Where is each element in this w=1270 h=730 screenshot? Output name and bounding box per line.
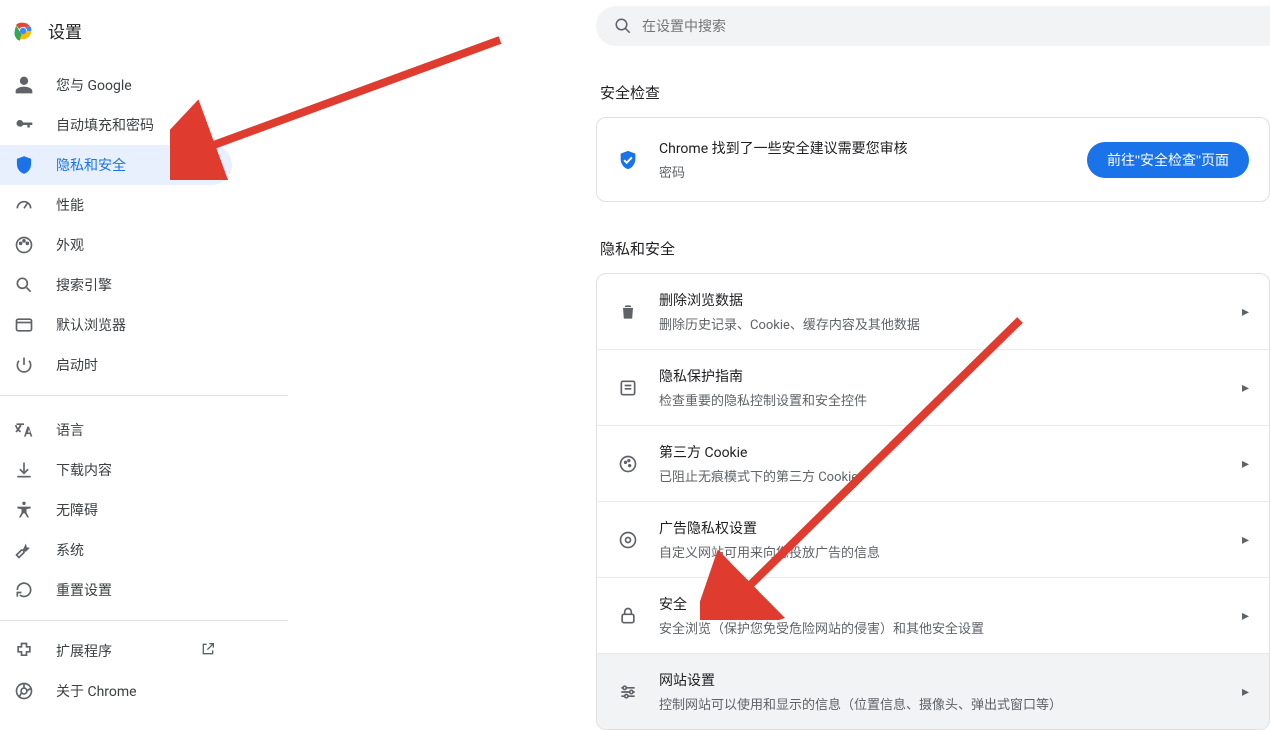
sidebar-item-about-chrome[interactable]: 关于 Chrome xyxy=(0,671,232,711)
sidebar-item-label: 无障碍 xyxy=(56,500,98,520)
chevron-right-icon: ▸ xyxy=(1242,304,1249,320)
sidebar-item-label: 扩展程序 xyxy=(56,641,112,661)
sidebar-item-label: 您与 Google xyxy=(56,75,132,95)
sidebar-item-label: 性能 xyxy=(56,195,84,215)
wrench-icon xyxy=(14,540,34,560)
safety-check-sub: 密码 xyxy=(659,162,1067,181)
power-icon xyxy=(14,355,34,375)
shield-check-icon xyxy=(617,149,639,171)
sidebar-header: 设置 xyxy=(0,10,288,61)
row-title: 第三方 Cookie xyxy=(659,442,1222,462)
open-external-icon xyxy=(200,641,216,661)
go-to-safety-check-button[interactable]: 前往"安全检查"页面 xyxy=(1087,142,1249,178)
row-third-party-cookies[interactable]: 第三方 Cookie 已阻止无痕模式下的第三方 Cookie ▸ xyxy=(597,425,1269,501)
settings-search[interactable] xyxy=(596,6,1270,46)
sidebar-item-label: 重置设置 xyxy=(56,580,112,600)
sidebar-item-label: 系统 xyxy=(56,540,84,560)
puzzle-icon xyxy=(14,641,34,661)
sidebar-item-default-browser[interactable]: 默认浏览器 xyxy=(0,305,232,345)
safety-check-card: Chrome 找到了一些安全建议需要您审核 密码 前往"安全检查"页面 xyxy=(596,117,1270,202)
sidebar: 设置 您与 Google 自动填充和密码 隐私和安全 性能 外观 搜索引擎 xyxy=(0,0,288,709)
row-sub: 删除历史记录、Cookie、缓存内容及其他数据 xyxy=(659,314,1222,333)
row-security[interactable]: 安全 安全浏览（保护您免受危险网站的侵害）和其他安全设置 ▸ xyxy=(597,577,1269,653)
search-icon xyxy=(614,17,632,35)
row-title: 广告隐私权设置 xyxy=(659,518,1222,538)
sidebar-item-search-engine[interactable]: 搜索引擎 xyxy=(0,265,232,305)
sidebar-item-on-startup[interactable]: 启动时 xyxy=(0,345,232,385)
sidebar-item-system[interactable]: 系统 xyxy=(0,530,232,570)
privacy-card: 删除浏览数据 删除历史记录、Cookie、缓存内容及其他数据 ▸ 隐私保护指南 … xyxy=(596,273,1270,730)
sidebar-item-appearance[interactable]: 外观 xyxy=(0,225,232,265)
row-clear-browsing-data[interactable]: 删除浏览数据 删除历史记录、Cookie、缓存内容及其他数据 ▸ xyxy=(597,274,1269,349)
sidebar-item-label: 下载内容 xyxy=(56,460,112,480)
row-title: 删除浏览数据 xyxy=(659,290,1222,310)
section-title-safety: 安全检查 xyxy=(600,82,1270,103)
divider xyxy=(0,620,288,621)
lock-icon xyxy=(617,606,639,626)
sidebar-item-privacy-security[interactable]: 隐私和安全 xyxy=(0,145,232,185)
row-sub: 检查重要的隐私控制设置和安全控件 xyxy=(659,390,1222,409)
section-title-privacy: 隐私和安全 xyxy=(600,238,1270,259)
sidebar-item-reset[interactable]: 重置设置 xyxy=(0,570,232,610)
main-content: 安全检查 Chrome 找到了一些安全建议需要您审核 密码 前往"安全检查"页面… xyxy=(596,0,1270,730)
person-icon xyxy=(14,75,34,95)
chrome-logo-icon xyxy=(12,20,34,42)
cookie-icon xyxy=(617,454,639,474)
safety-check-body: Chrome 找到了一些安全建议需要您审核 密码 xyxy=(659,138,1067,181)
palette-icon xyxy=(14,235,34,255)
row-title: 隐私保护指南 xyxy=(659,366,1222,386)
chevron-right-icon: ▸ xyxy=(1242,684,1249,700)
download-icon xyxy=(14,460,34,480)
row-title: 安全 xyxy=(659,594,1222,614)
sliders-icon xyxy=(617,682,639,702)
sidebar-item-label: 搜索引擎 xyxy=(56,275,112,295)
search-icon xyxy=(14,275,34,295)
sidebar-item-label: 隐私和安全 xyxy=(56,155,126,175)
chrome-outline-icon xyxy=(14,681,34,701)
shield-icon xyxy=(14,155,34,175)
row-sub: 已阻止无痕模式下的第三方 Cookie xyxy=(659,466,1222,485)
sidebar-item-label: 自动填充和密码 xyxy=(56,115,154,135)
row-sub: 控制网站可以使用和显示的信息（位置信息、摄像头、弹出式窗口等） xyxy=(659,694,1222,713)
sidebar-item-label: 外观 xyxy=(56,235,84,255)
reset-icon xyxy=(14,580,34,600)
row-sub: 安全浏览（保护您免受危险网站的侵害）和其他安全设置 xyxy=(659,618,1222,637)
sidebar-item-performance[interactable]: 性能 xyxy=(0,185,232,225)
row-site-settings[interactable]: 网站设置 控制网站可以使用和显示的信息（位置信息、摄像头、弹出式窗口等） ▸ xyxy=(597,653,1269,729)
safety-check-row[interactable]: Chrome 找到了一些安全建议需要您审核 密码 前往"安全检查"页面 xyxy=(597,118,1269,201)
key-icon xyxy=(14,115,34,135)
row-title: 网站设置 xyxy=(659,670,1222,690)
chevron-right-icon: ▸ xyxy=(1242,608,1249,624)
sidebar-item-downloads[interactable]: 下载内容 xyxy=(0,450,232,490)
sidebar-item-label: 启动时 xyxy=(56,355,98,375)
sidebar-item-label: 语言 xyxy=(56,420,84,440)
page-title: 设置 xyxy=(48,18,82,43)
chevron-right-icon: ▸ xyxy=(1242,380,1249,396)
chevron-right-icon: ▸ xyxy=(1242,532,1249,548)
trash-icon xyxy=(617,302,639,322)
row-ad-privacy[interactable]: 广告隐私权设置 自定义网站可用来向您投放广告的信息 ▸ xyxy=(597,501,1269,577)
sidebar-item-label: 默认浏览器 xyxy=(56,315,126,335)
translate-icon xyxy=(14,420,34,440)
nav-group-primary: 您与 Google 自动填充和密码 隐私和安全 性能 外观 搜索引擎 默认浏览器 xyxy=(0,61,288,385)
speedometer-icon xyxy=(14,195,34,215)
divider xyxy=(0,395,288,396)
row-sub: 自定义网站可用来向您投放广告的信息 xyxy=(659,542,1222,561)
sidebar-item-accessibility[interactable]: 无障碍 xyxy=(0,490,232,530)
search-input[interactable] xyxy=(642,18,1252,34)
chevron-right-icon: ▸ xyxy=(1242,456,1249,472)
sidebar-item-autofill[interactable]: 自动填充和密码 xyxy=(0,105,232,145)
sidebar-item-extensions[interactable]: 扩展程序 xyxy=(0,631,232,671)
browser-icon xyxy=(14,315,34,335)
guide-icon xyxy=(617,378,639,398)
sidebar-item-you-and-google[interactable]: 您与 Google xyxy=(0,65,232,105)
row-privacy-guide[interactable]: 隐私保护指南 检查重要的隐私控制设置和安全控件 ▸ xyxy=(597,349,1269,425)
accessibility-icon xyxy=(14,500,34,520)
sidebar-item-languages[interactable]: 语言 xyxy=(0,410,232,450)
safety-check-title: Chrome 找到了一些安全建议需要您审核 xyxy=(659,138,1067,158)
nav-group-secondary: 语言 下载内容 无障碍 系统 重置设置 xyxy=(0,406,288,610)
sidebar-item-label: 关于 Chrome xyxy=(56,681,137,701)
ad-icon xyxy=(617,530,639,550)
